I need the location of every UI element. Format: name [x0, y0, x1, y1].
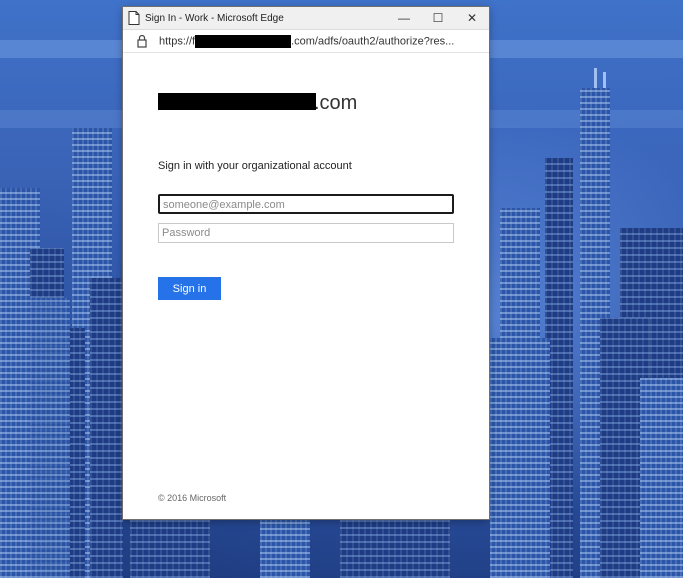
title-bar[interactable]: Sign In - Work - Microsoft Edge — ☐ ✕: [123, 7, 489, 30]
password-field[interactable]: Password: [158, 223, 454, 243]
email-field[interactable]: someone@example.com: [158, 194, 454, 214]
page-icon: [128, 11, 140, 25]
building: [0, 298, 70, 578]
redaction-box: [195, 34, 292, 48]
password-placeholder: Password: [162, 227, 211, 239]
close-button[interactable]: ✕: [455, 7, 489, 29]
address-bar[interactable]: https://f .com/adfs/oauth2/authorize?res.…: [123, 30, 489, 53]
email-placeholder: someone@example.com: [163, 199, 285, 211]
building: [90, 278, 123, 578]
company-logo: .com: [158, 92, 357, 115]
window-title: Sign In - Work - Microsoft Edge: [145, 12, 284, 24]
signin-page: .com Sign in with your organizational ac…: [123, 52, 489, 519]
building-spire: [594, 68, 597, 88]
building: [260, 518, 310, 578]
building-spire: [603, 72, 606, 88]
redaction-box: [158, 93, 316, 111]
signin-heading: Sign in with your organizational account: [158, 160, 352, 172]
browser-window: Sign In - Work - Microsoft Edge — ☐ ✕ ht…: [123, 7, 489, 519]
building: [490, 338, 550, 578]
sign-in-button[interactable]: Sign in: [158, 277, 221, 300]
logo-suffix: .com: [314, 92, 358, 114]
url-prefix: https://f: [159, 34, 196, 47]
lock-icon: [137, 34, 147, 48]
copyright-footer: © 2016 Microsoft: [158, 493, 227, 503]
url-suffix: .com/adfs/oauth2/authorize?res...: [291, 34, 455, 47]
url-text[interactable]: https://f .com/adfs/oauth2/authorize?res.…: [159, 34, 484, 48]
maximize-button[interactable]: ☐: [421, 7, 455, 29]
minimize-button[interactable]: —: [387, 7, 421, 29]
building: [640, 378, 683, 578]
